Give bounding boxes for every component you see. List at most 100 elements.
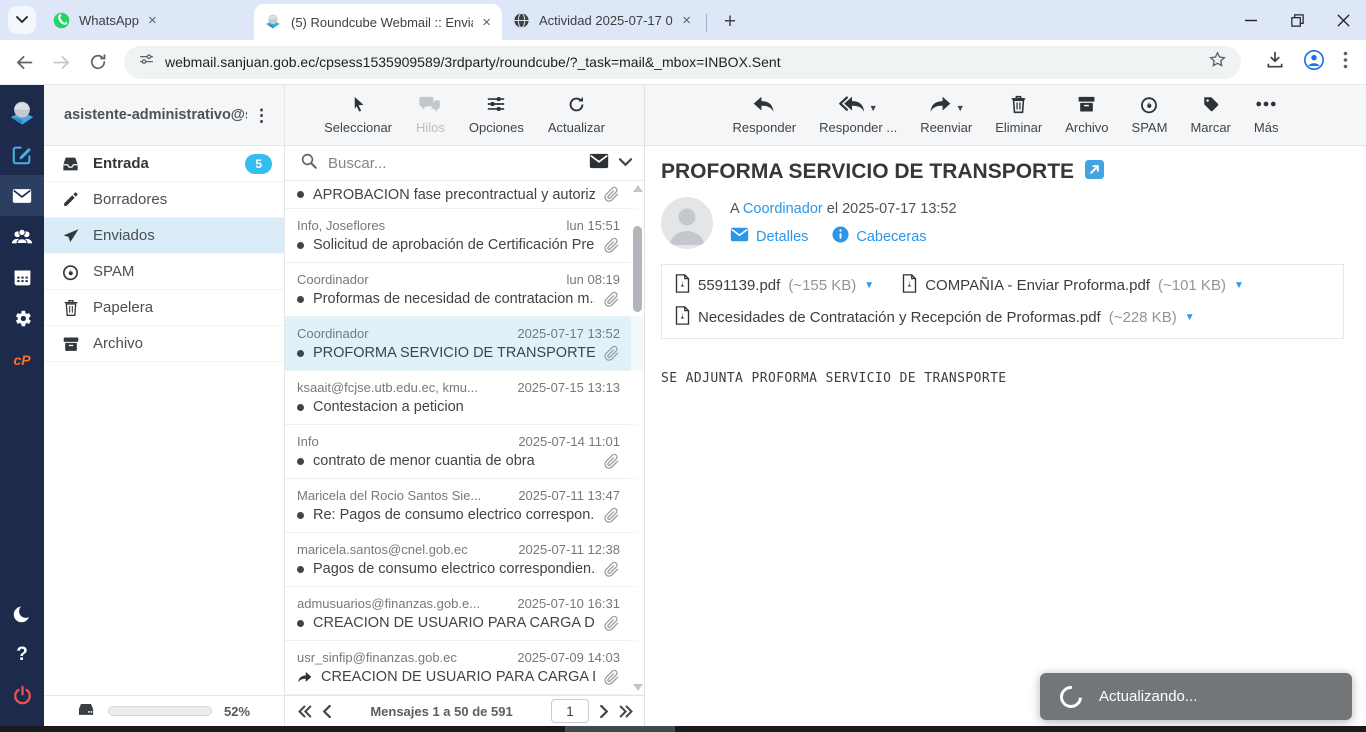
refresh-label: Actualizar bbox=[548, 120, 605, 135]
attachment-item[interactable]: 5591139.pdf (~155 KB) ▼ bbox=[675, 274, 874, 297]
options-sliders-icon bbox=[486, 93, 506, 115]
spam-button[interactable]: SPAM bbox=[1132, 93, 1168, 145]
message-row[interactable]: Maricela del Rocio Santos Sie...2025-07-… bbox=[285, 479, 644, 533]
globe-icon bbox=[512, 11, 530, 29]
attachment-menu-caret-icon[interactable]: ▼ bbox=[1185, 312, 1195, 323]
first-page-icon[interactable] bbox=[297, 705, 312, 718]
folder-borradores[interactable]: Borradores bbox=[44, 182, 284, 218]
folder-label: Entrada bbox=[93, 155, 232, 172]
contacts-icon[interactable] bbox=[0, 216, 44, 257]
folder-enviados[interactable]: Enviados bbox=[44, 218, 284, 254]
reload-icon[interactable] bbox=[88, 52, 108, 72]
tab-close-icon[interactable]: × bbox=[479, 14, 494, 31]
reply-button[interactable]: Responder bbox=[733, 93, 797, 145]
info-icon bbox=[832, 226, 849, 247]
menu-kebab-icon[interactable] bbox=[1343, 51, 1348, 74]
scroll-up-icon[interactable] bbox=[633, 185, 643, 192]
back-icon[interactable] bbox=[14, 52, 35, 73]
page-number-input[interactable] bbox=[551, 699, 589, 723]
options-button[interactable]: Opciones bbox=[469, 93, 524, 145]
message-row[interactable]: usr_sinfip@finanzas.gob.ec2025-07-09 14:… bbox=[285, 641, 644, 695]
message-date: 2025-07-17 13:52 bbox=[842, 201, 957, 217]
archive-button[interactable]: Archivo bbox=[1065, 93, 1108, 145]
tab-close-icon[interactable]: × bbox=[145, 12, 160, 29]
compose-icon[interactable] bbox=[0, 134, 44, 175]
message-row-selected[interactable]: Coordinador2025-07-17 13:52 PROFORMA SER… bbox=[285, 317, 644, 371]
message-row[interactable]: Info, Josefloreslun 15:51 Solicitud de a… bbox=[285, 209, 644, 263]
message-row[interactable]: maricela.santos@cnel.gob.ec2025-07-11 12… bbox=[285, 533, 644, 587]
list-scrollbar[interactable] bbox=[631, 181, 644, 695]
close-icon[interactable] bbox=[1320, 0, 1366, 40]
attachment-item[interactable]: Necesidades de Contratación y Recepción … bbox=[675, 306, 1195, 329]
account-menu-icon[interactable]: ⋮ bbox=[247, 113, 276, 118]
avatar bbox=[661, 197, 713, 249]
reply-all-button[interactable]: ▼ Responder ... bbox=[819, 93, 897, 145]
calendar-icon[interactable] bbox=[0, 257, 44, 298]
search-scope-mail-icon[interactable] bbox=[589, 153, 609, 174]
downloads-icon[interactable] bbox=[1265, 50, 1285, 75]
bookmark-star-icon[interactable] bbox=[1208, 50, 1227, 74]
message-row[interactable]: APROBACION fase precontractual y autoriz… bbox=[285, 181, 644, 209]
tab-whatsapp[interactable]: WhatsApp × bbox=[42, 4, 254, 36]
attachment-menu-caret-icon[interactable]: ▼ bbox=[1234, 280, 1244, 291]
unread-count-badge: 5 bbox=[245, 154, 272, 174]
recipient-link[interactable]: Coordinador bbox=[743, 201, 823, 217]
unread-dot bbox=[297, 350, 304, 357]
mark-button[interactable]: Marcar bbox=[1190, 93, 1230, 145]
more-button[interactable]: Más bbox=[1254, 93, 1279, 145]
next-page-icon[interactable] bbox=[599, 705, 609, 718]
headers-link[interactable]: Cabeceras bbox=[856, 229, 926, 245]
message-subject: APROBACION fase precontractual y autoriz… bbox=[313, 187, 595, 203]
folder-papelera[interactable]: Papelera bbox=[44, 290, 284, 326]
message-sender: admusuarios@finanzas.gob.e... bbox=[297, 596, 509, 611]
last-page-icon[interactable] bbox=[619, 705, 634, 718]
settings-gear-icon[interactable] bbox=[0, 298, 44, 339]
threads-button[interactable]: Hilos bbox=[416, 93, 445, 145]
date-prefix: el bbox=[827, 201, 838, 217]
external-link-icon[interactable] bbox=[1085, 160, 1104, 184]
folder-spam[interactable]: SPAM bbox=[44, 254, 284, 290]
logout-power-icon[interactable] bbox=[0, 675, 44, 716]
message-row[interactable]: ksaait@fcjse.utb.edu.ec, kmu...2025-07-1… bbox=[285, 371, 644, 425]
select-button[interactable]: Seleccionar bbox=[324, 93, 392, 145]
tab-title: (5) Roundcube Webmail :: Envia bbox=[291, 15, 473, 30]
site-settings-icon[interactable] bbox=[138, 51, 155, 73]
refresh-button[interactable]: Actualizar bbox=[548, 93, 605, 145]
whatsapp-icon bbox=[52, 11, 70, 29]
folder-entrada[interactable]: Entrada 5 bbox=[44, 146, 284, 182]
address-bar[interactable]: webmail.sanjuan.gob.ec/cpsess1535909589/… bbox=[124, 46, 1241, 79]
delete-button[interactable]: Eliminar bbox=[995, 93, 1042, 145]
search-icon bbox=[300, 152, 318, 175]
help-icon[interactable]: ? bbox=[0, 634, 44, 675]
minimize-icon[interactable] bbox=[1228, 0, 1274, 40]
unread-dot bbox=[297, 458, 304, 465]
message-row[interactable]: Coordinadorlun 08:19 Proformas de necesi… bbox=[285, 263, 644, 317]
restore-icon[interactable] bbox=[1274, 0, 1320, 40]
forward-icon[interactable] bbox=[51, 52, 72, 73]
message-sender: ksaait@fcjse.utb.edu.ec, kmu... bbox=[297, 380, 509, 395]
scroll-down-icon[interactable] bbox=[633, 684, 643, 691]
dark-mode-moon-icon[interactable] bbox=[0, 593, 44, 634]
search-input[interactable] bbox=[328, 155, 579, 172]
attachment-item[interactable]: COMPAÑIA - Enviar Proforma.pdf (~101 KB)… bbox=[902, 274, 1244, 297]
details-link[interactable]: Detalles bbox=[756, 229, 808, 245]
search-options-chevron-icon[interactable] bbox=[619, 154, 632, 172]
attachment-size: (~228 KB) bbox=[1109, 309, 1177, 326]
quota-percent: 52% bbox=[224, 704, 250, 719]
tab-close-icon[interactable]: × bbox=[679, 12, 694, 29]
scrollbar-thumb[interactable] bbox=[633, 226, 642, 312]
profile-icon[interactable] bbox=[1303, 49, 1325, 76]
attachment-menu-caret-icon[interactable]: ▼ bbox=[864, 280, 874, 291]
trash-icon bbox=[61, 299, 80, 317]
tab-roundcube-active[interactable]: (5) Roundcube Webmail :: Envia × bbox=[254, 4, 502, 40]
tab-actividad[interactable]: Actividad 2025-07-17 08:00:00 × bbox=[502, 4, 702, 36]
message-row[interactable]: Info2025-07-14 11:01 contrato de menor c… bbox=[285, 425, 644, 479]
cpanel-logo[interactable]: cP bbox=[0, 339, 44, 380]
forward-button[interactable]: ▼ Reenviar bbox=[920, 93, 972, 145]
tab-search-button[interactable] bbox=[8, 6, 36, 34]
prev-page-icon[interactable] bbox=[322, 705, 332, 718]
message-row[interactable]: admusuarios@finanzas.gob.e...2025-07-10 … bbox=[285, 587, 644, 641]
new-tab-button[interactable]: + bbox=[717, 10, 743, 34]
folder-archivo[interactable]: Archivo bbox=[44, 326, 284, 362]
mail-icon[interactable] bbox=[0, 175, 44, 216]
